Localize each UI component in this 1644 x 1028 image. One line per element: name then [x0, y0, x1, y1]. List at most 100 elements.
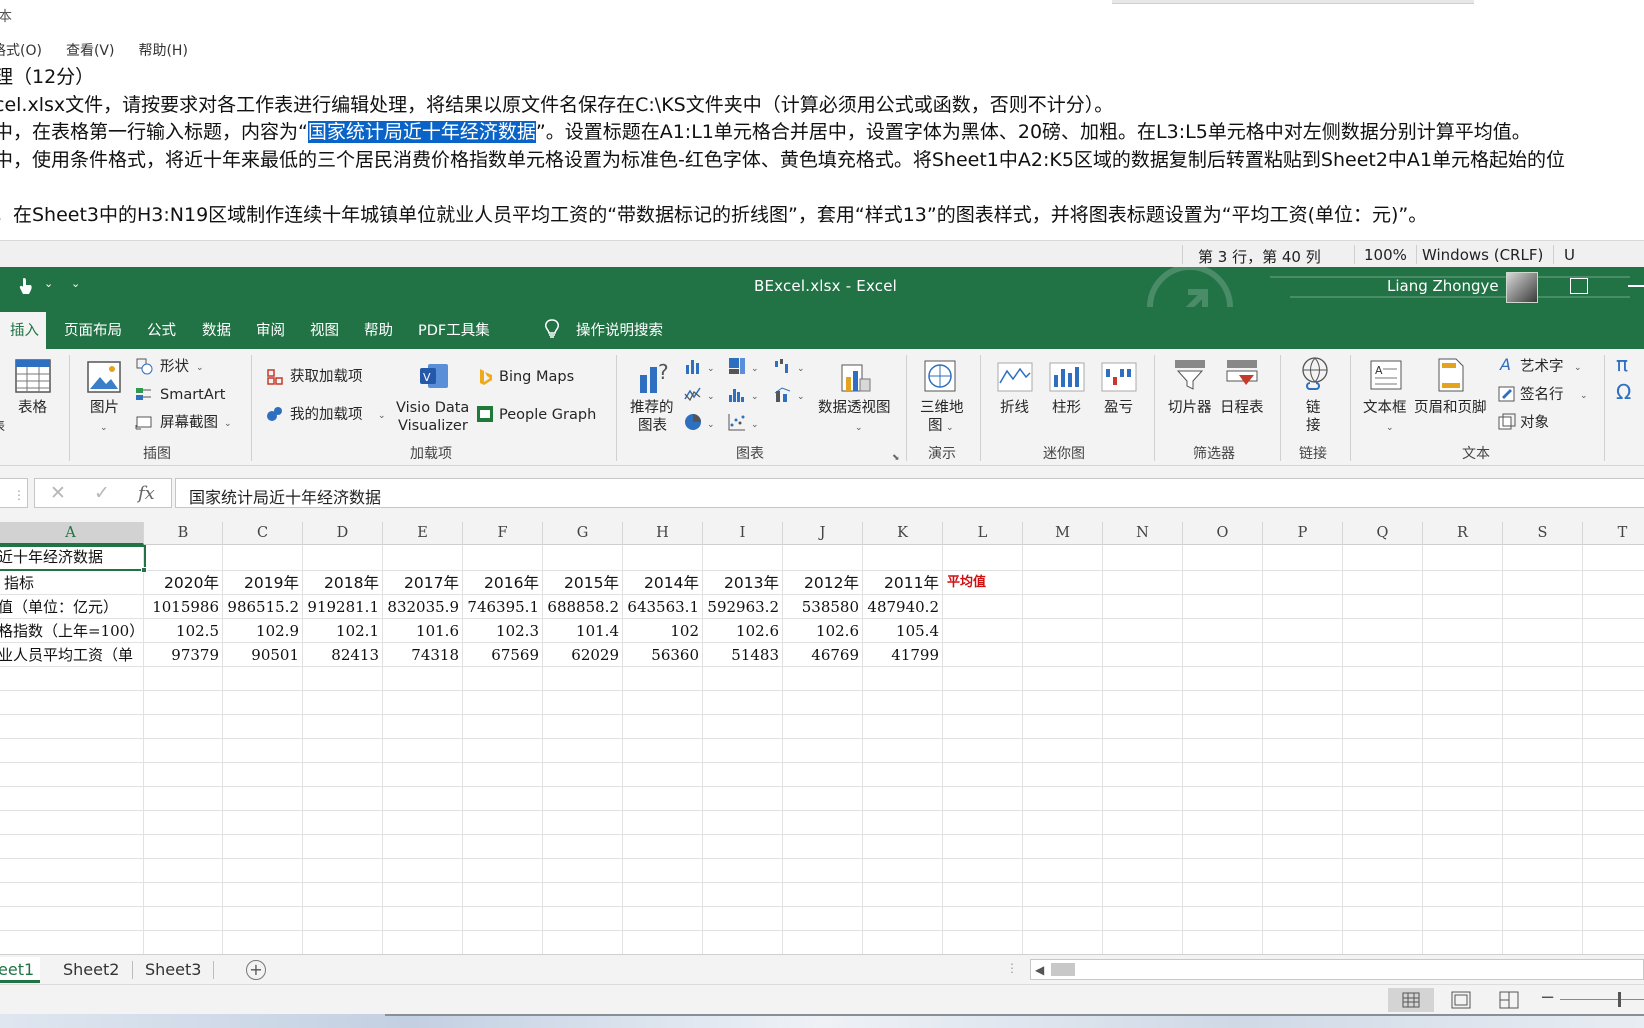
- data-cell[interactable]: 592963.2: [703, 595, 782, 619]
- tab-help[interactable]: 帮助: [364, 319, 393, 340]
- get-addins-button[interactable]: 获取加载项: [290, 368, 363, 386]
- waterfall-chart-icon[interactable]: [774, 357, 792, 375]
- column-header-n[interactable]: N: [1103, 522, 1183, 545]
- tab-view[interactable]: 视图: [310, 319, 339, 340]
- chevron-down-icon[interactable]: ⌄: [1574, 359, 1582, 377]
- chevron-down-icon[interactable]: ⌄: [751, 416, 759, 434]
- data-cell[interactable]: 643563.1: [623, 595, 702, 619]
- data-cell[interactable]: 986515.2: [223, 595, 302, 619]
- chevron-down-icon[interactable]: ⌄: [378, 407, 386, 425]
- sparkline-winloss-button[interactable]: 盈亏: [1104, 399, 1133, 417]
- data-cell[interactable]: 102.9: [223, 619, 302, 643]
- normal-view-button[interactable]: [1388, 988, 1434, 1012]
- dialog-launcher-icon[interactable]: ⬊: [892, 449, 900, 467]
- header-footer-button[interactable]: 页眉和页脚: [1414, 399, 1487, 417]
- column-header-s[interactable]: S: [1503, 522, 1583, 545]
- row-header-label[interactable]: 指标: [0, 571, 143, 595]
- column-header-l[interactable]: L: [943, 522, 1023, 545]
- tab-review[interactable]: 审阅: [256, 319, 285, 340]
- signature-line-button[interactable]: 签名行: [1520, 386, 1564, 404]
- column-header-c[interactable]: C: [223, 522, 303, 545]
- data-cell[interactable]: 51483: [703, 643, 782, 667]
- year-header[interactable]: 2018年: [303, 571, 382, 595]
- data-cell[interactable]: 919281.1: [303, 595, 382, 619]
- symbol-icon[interactable]: Ω: [1616, 382, 1631, 402]
- visio-button[interactable]: Visio Data: [396, 399, 469, 417]
- data-cell[interactable]: 41799: [863, 643, 942, 667]
- minimize-icon[interactable]: [1628, 285, 1644, 287]
- sheet-tab-3[interactable]: Sheet3: [145, 957, 201, 983]
- column-header-b[interactable]: B: [144, 522, 223, 545]
- year-header[interactable]: 2020年: [144, 571, 222, 595]
- column-header-j[interactable]: J: [783, 522, 863, 545]
- data-cell[interactable]: 67569: [463, 643, 542, 667]
- data-cell[interactable]: 101.6: [383, 619, 462, 643]
- zoom-slider-thumb[interactable]: [1618, 992, 1621, 1007]
- pictures-button[interactable]: 图片: [90, 399, 119, 417]
- insert-function-icon[interactable]: fx: [138, 483, 155, 504]
- shapes-button[interactable]: 形状: [160, 358, 189, 376]
- page-layout-view-button[interactable]: [1438, 988, 1484, 1012]
- menu-format[interactable]: 格式(O): [0, 40, 42, 60]
- wordart-button[interactable]: 艺术字: [1520, 358, 1564, 376]
- data-cell[interactable]: 746395.1: [463, 595, 542, 619]
- data-cell[interactable]: 101.4: [543, 619, 622, 643]
- column-header-h[interactable]: H: [623, 522, 703, 545]
- zoom-slider[interactable]: [1560, 999, 1644, 1000]
- recommended-charts-button[interactable]: 推荐的: [630, 399, 674, 417]
- data-cell[interactable]: 97379: [144, 643, 222, 667]
- scroll-left-icon[interactable]: ◀: [1035, 963, 1044, 977]
- year-header[interactable]: 2017年: [383, 571, 462, 595]
- data-cell[interactable]: 62029: [543, 643, 622, 667]
- add-sheet-icon[interactable]: +: [246, 960, 266, 980]
- row-label[interactable]: 值（单位：亿元）: [0, 595, 143, 619]
- menu-help[interactable]: 帮助(H): [138, 40, 187, 60]
- column-header-o[interactable]: O: [1183, 522, 1263, 545]
- worksheet-grid[interactable]: ABCDEFGHIJKLMNOPQRST 近十年经济数据 指标 2020年 2019年…: [0, 522, 1644, 954]
- 3d-map-button[interactable]: 三维地: [920, 399, 964, 417]
- data-cell[interactable]: 832035.9: [383, 595, 462, 619]
- column-header-r[interactable]: R: [1423, 522, 1503, 545]
- lightbulb-icon[interactable]: [542, 318, 562, 340]
- tab-data[interactable]: 数据: [202, 319, 231, 340]
- sheet-tab-1[interactable]: eet1: [0, 957, 40, 983]
- column-header-t[interactable]: T: [1583, 522, 1644, 545]
- year-header[interactable]: 2012年: [783, 571, 862, 595]
- chevron-down-icon[interactable]: ⌄: [1386, 419, 1394, 437]
- column-chart-icon[interactable]: [684, 357, 702, 375]
- data-cell[interactable]: 74318: [383, 643, 462, 667]
- data-cell[interactable]: 102.5: [144, 619, 222, 643]
- column-header-f[interactable]: F: [463, 522, 543, 545]
- notepad-text-area[interactable]: 理（12分） cel.xlsx文件，请按要求对各工作表进行编辑处理，将结果以原文…: [0, 64, 1644, 229]
- my-addins-button[interactable]: 我的加载项: [290, 406, 363, 424]
- chevron-down-icon[interactable]: ⌄: [196, 359, 204, 377]
- tell-me-search[interactable]: 操作说明搜索: [576, 319, 663, 340]
- sparkline-column-button[interactable]: 柱形: [1052, 399, 1081, 417]
- data-cell[interactable]: 102.6: [703, 619, 782, 643]
- ribbon-display-options-icon[interactable]: [1570, 278, 1588, 294]
- column-header-a[interactable]: A: [0, 522, 144, 545]
- tab-formulas[interactable]: 公式: [147, 319, 176, 340]
- link-button[interactable]: 链: [1306, 399, 1321, 417]
- line-chart-icon[interactable]: [684, 385, 702, 403]
- equation-icon[interactable]: π: [1616, 354, 1628, 374]
- tab-page-layout[interactable]: 页面布局: [64, 319, 122, 340]
- column-header-k[interactable]: K: [863, 522, 943, 545]
- pie-chart-icon[interactable]: [684, 413, 702, 431]
- sparkline-line-button[interactable]: 折线: [1000, 399, 1029, 417]
- split-grip-icon[interactable]: ⋮: [1006, 961, 1018, 975]
- data-cell[interactable]: 102.3: [463, 619, 542, 643]
- tab-insert[interactable]: 插入: [0, 312, 46, 349]
- table-button[interactable]: 表格: [18, 399, 47, 417]
- hierarchy-chart-icon[interactable]: [728, 357, 746, 375]
- statistic-chart-icon[interactable]: [728, 385, 746, 403]
- combo-chart-icon[interactable]: [774, 385, 792, 403]
- avatar[interactable]: [1506, 272, 1538, 303]
- slicer-button[interactable]: 切片器: [1168, 399, 1212, 417]
- chevron-down-icon[interactable]: ⌄: [751, 388, 759, 406]
- user-name[interactable]: Liang Zhongye: [1387, 277, 1499, 295]
- chevron-down-icon[interactable]: ⌄: [751, 360, 759, 378]
- chevron-down-icon[interactable]: ⌄: [855, 419, 863, 437]
- smartart-button[interactable]: SmartArt: [160, 386, 225, 404]
- chevron-down-icon[interactable]: ⌄: [797, 388, 805, 406]
